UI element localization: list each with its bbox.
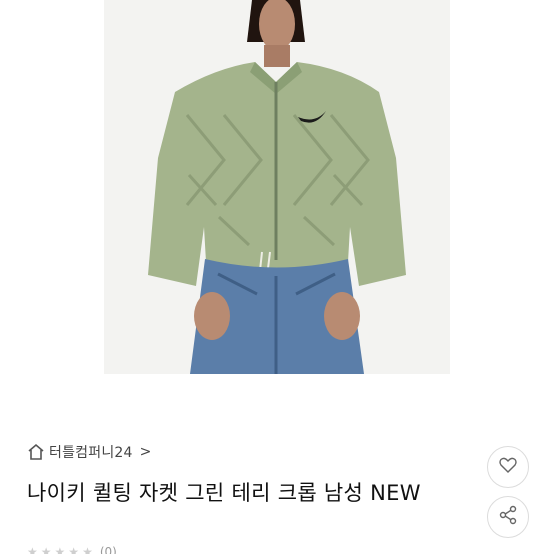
product-title: 나이키 퀼팅 자켓 그린 테리 크롭 남성 NEW <box>27 481 421 505</box>
star-icon: ★ <box>40 545 52 554</box>
chevron-right-icon: > <box>139 444 152 460</box>
product-photo[interactable] <box>104 0 450 374</box>
share-button[interactable] <box>487 496 529 538</box>
house-icon <box>27 443 45 461</box>
heart-icon <box>498 455 518 479</box>
like-button[interactable] <box>487 446 529 488</box>
star-icon: ★ <box>68 545 80 554</box>
rating-row: ★ ★ ★ ★ ★ (0) <box>27 546 117 554</box>
star-icon: ★ <box>27 545 38 554</box>
shop-link[interactable]: 터틀컴퍼니24 > <box>27 441 151 463</box>
shop-name: 터틀컴퍼니24 <box>49 445 133 461</box>
star-icon: ★ <box>82 545 93 554</box>
star-icon: ★ <box>54 545 66 554</box>
jacket-model-illustration <box>104 0 450 374</box>
rating-count: (0) <box>99 545 117 554</box>
share-icon <box>498 505 518 529</box>
